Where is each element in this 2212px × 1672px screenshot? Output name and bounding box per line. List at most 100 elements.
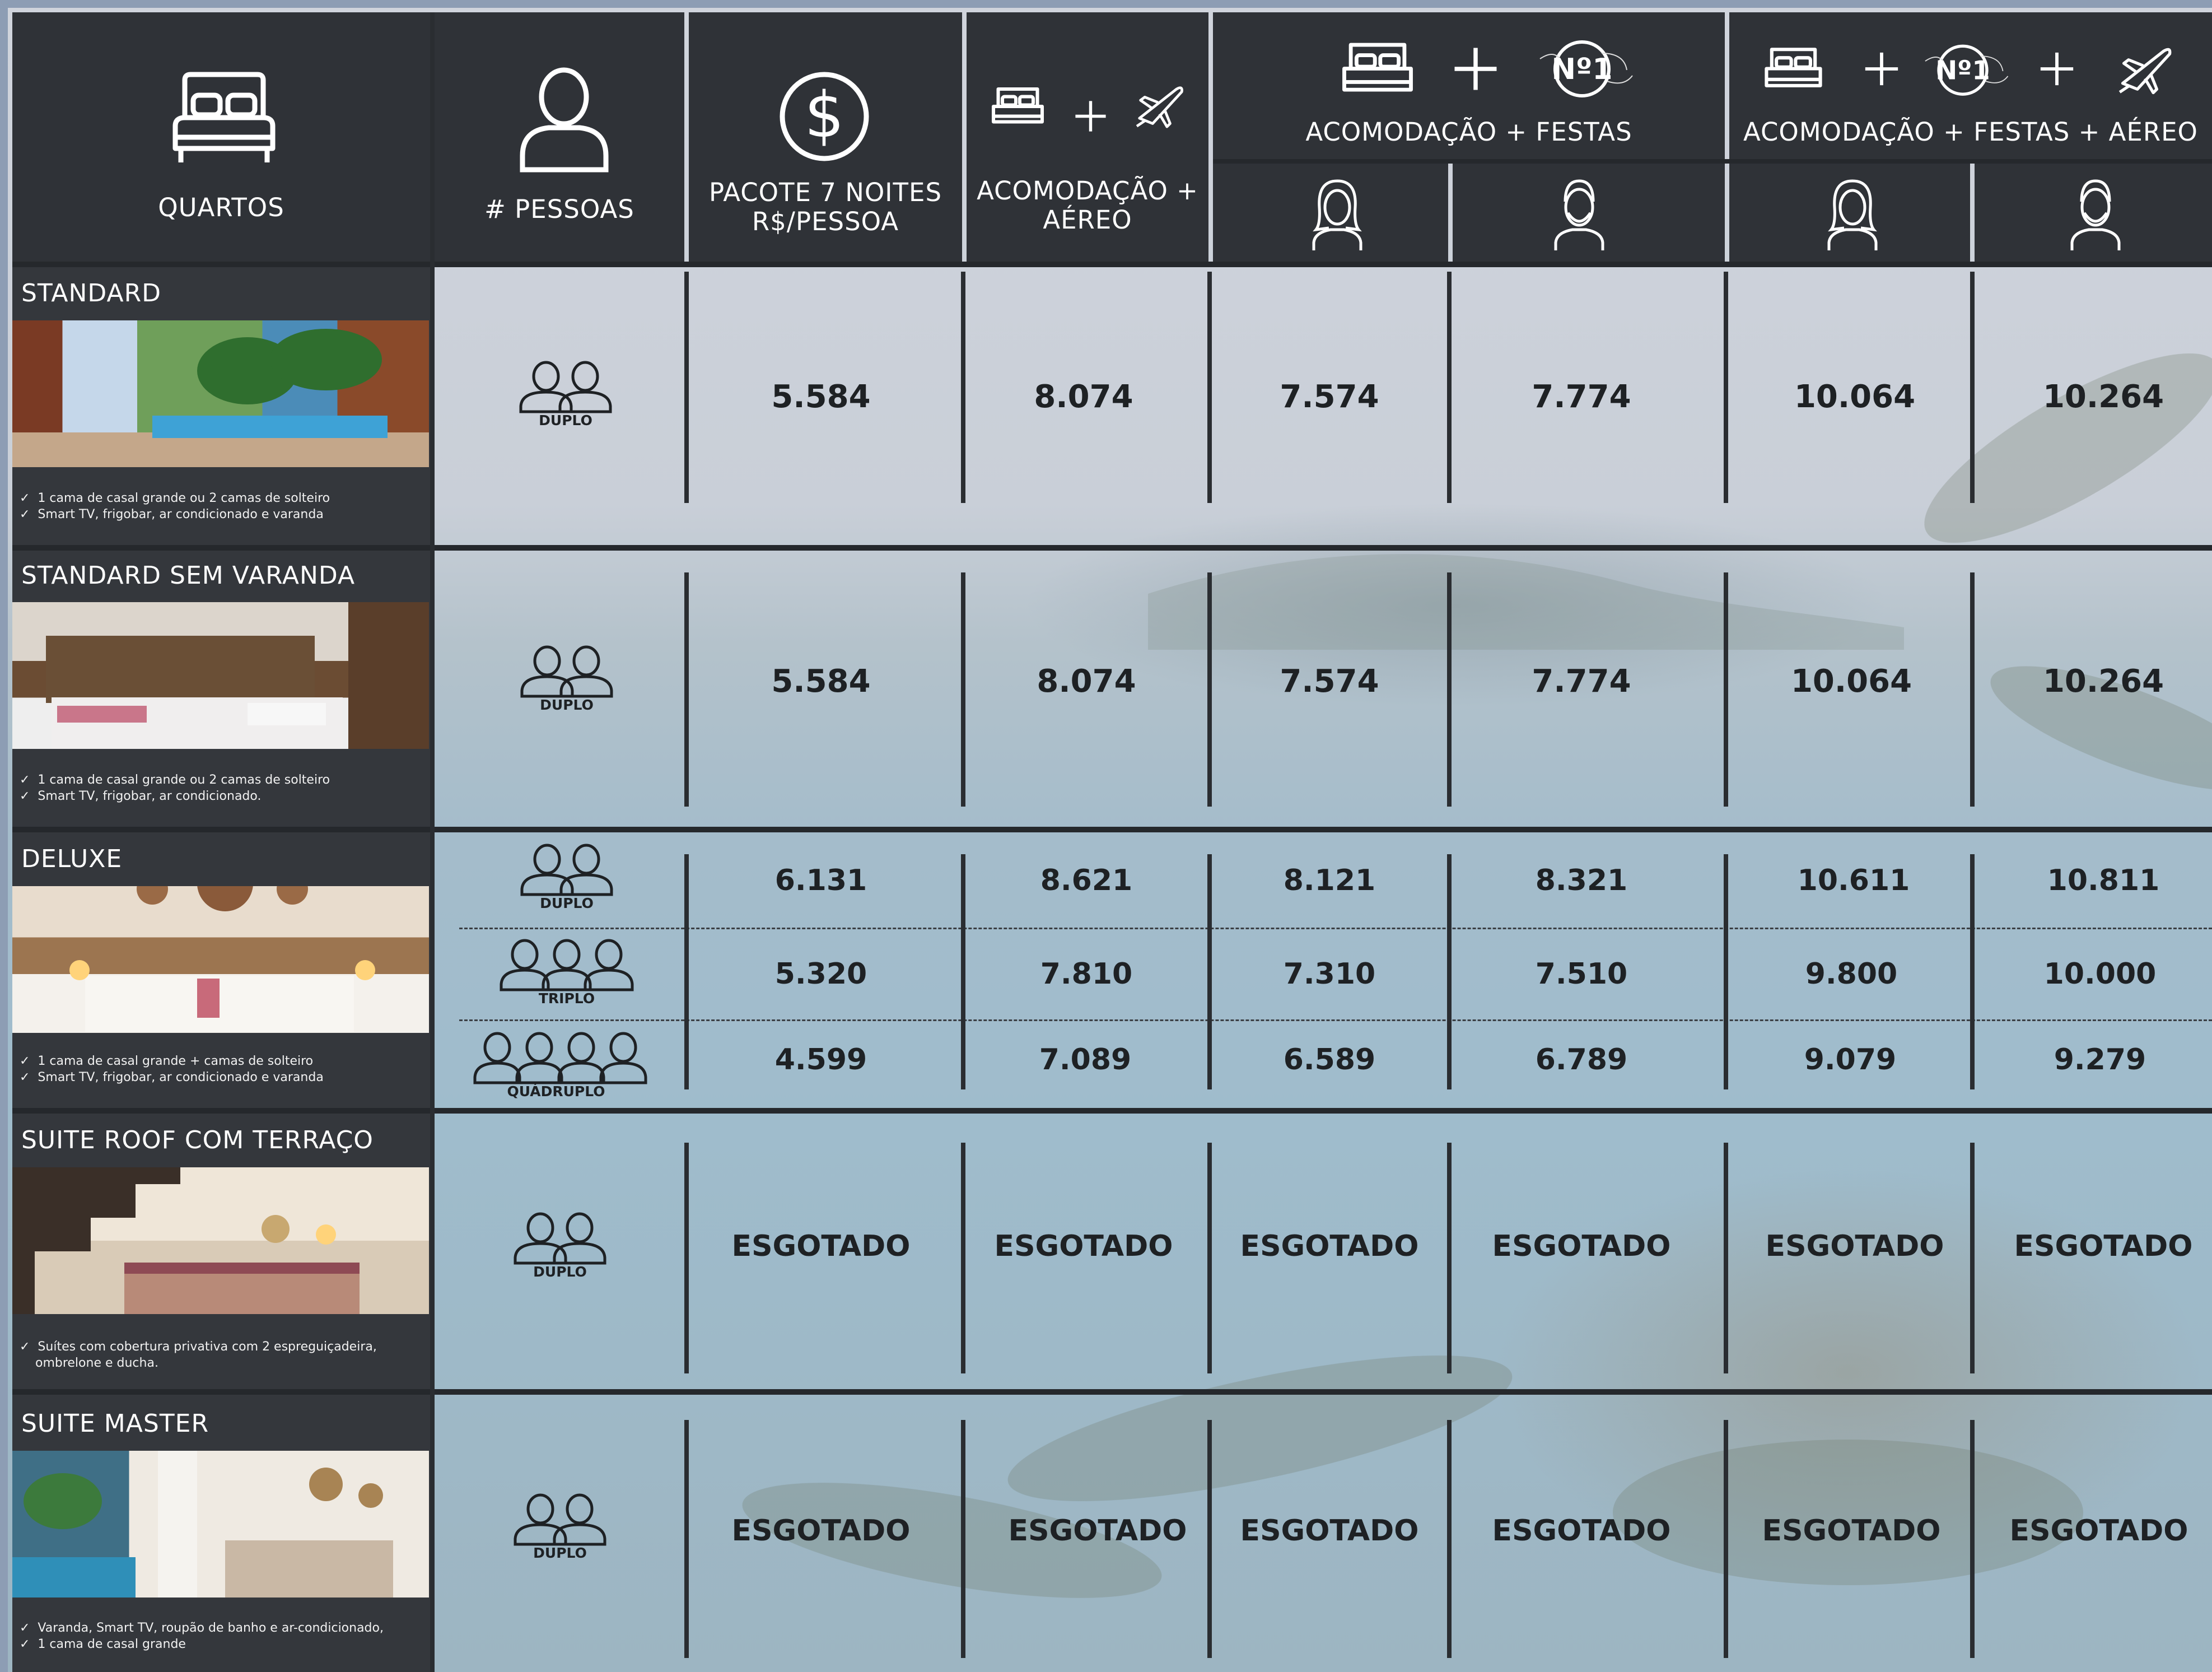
plane-icon — [2118, 48, 2172, 95]
row-divider — [12, 545, 2212, 551]
header-parties-air-label: ACOMODAÇÃO + FESTAS + AÉREO — [1743, 117, 2198, 147]
svg-text:$: $ — [804, 79, 844, 152]
price-cell: 8.074 — [1034, 379, 1133, 415]
room-feature: ✓ Smart TV, frigobar, ar condicionado e … — [20, 1070, 324, 1084]
occupancy-label: DUPLO — [533, 1545, 587, 1561]
bed-icon — [172, 72, 276, 162]
bed-icon — [1342, 43, 1413, 92]
group-icon — [500, 939, 634, 991]
price-cell: 7.574 — [1280, 379, 1379, 415]
room-name: SUITE ROOF COM TERRAÇO — [21, 1126, 374, 1154]
column-divider — [1724, 272, 1728, 503]
group-icon — [520, 844, 613, 896]
room-photo — [12, 1451, 429, 1598]
column-divider — [961, 854, 965, 1089]
price-cell: 10.064 — [1790, 663, 1912, 700]
room-feature: ✓ 1 cama de casal grande ou 2 camas de s… — [20, 773, 330, 787]
room-name: DELUXE — [21, 845, 123, 873]
column-divider — [1447, 1143, 1452, 1373]
price-cell: 7.089 — [1039, 1043, 1132, 1077]
column-divider — [1970, 272, 1975, 503]
column-divider — [961, 272, 965, 503]
group-icon — [520, 645, 613, 698]
price-cell: 8.621 — [1040, 864, 1133, 897]
price-cell: ESGOTADO — [1492, 1514, 1671, 1548]
room-description: ✓ 1 cama de casal grande ou 2 camas de s… — [20, 772, 428, 804]
header-people-label: # PESSOAS — [484, 194, 634, 224]
room-feature: ✓ Varanda, Smart TV, roupão de banho e a… — [20, 1621, 384, 1635]
bed-icon — [1765, 48, 1822, 87]
man-icon — [1554, 179, 1604, 250]
column-divider — [1207, 572, 1212, 807]
plus-icon — [1865, 52, 1898, 86]
plane-icon — [1136, 86, 1183, 128]
price-cell: 5.584 — [771, 379, 871, 415]
price-cell: ESGOTADO — [1008, 1514, 1187, 1548]
price-cell: ESGOTADO — [1240, 1514, 1419, 1548]
occupancy-label: QUÁDRUPLO — [507, 1083, 605, 1100]
price-cell: ESGOTADO — [994, 1229, 1173, 1263]
column-divider — [1970, 1420, 1975, 1658]
price-cell: 10.000 — [2043, 957, 2157, 991]
column-divider — [1970, 572, 1975, 807]
price-cell: 10.264 — [2042, 663, 2164, 700]
price-cell: 7.574 — [1280, 663, 1379, 700]
room-feature: ✓ 1 cama de casal grande — [20, 1637, 186, 1651]
column-divider — [1724, 572, 1728, 807]
room-feature: ✓ 1 cama de casal grande ou 2 camas de s… — [20, 491, 330, 505]
occupancy-duplo: DUPLO — [483, 841, 651, 911]
price-cell: 10.064 — [1794, 379, 1916, 415]
occupancy-duplo: DUPLO — [476, 1491, 644, 1561]
occupancy-label: DUPLO — [539, 412, 592, 429]
price-cell: ESGOTADO — [731, 1514, 911, 1548]
plus-icon — [1454, 48, 1497, 90]
svg-text:Nº1: Nº1 — [1935, 55, 1990, 85]
deluxe-dash-divider — [459, 928, 2212, 929]
svg-text:Nº1: Nº1 — [1551, 53, 1612, 86]
price-cell: ESGOTADO — [1492, 1229, 1671, 1263]
occupancy-triplo: TRIPLO — [483, 937, 651, 1007]
price-cell: 9.079 — [1804, 1043, 1897, 1077]
room-feature: ✓ Smart TV, frigobar, ar condicionado e … — [20, 507, 324, 521]
price-cell: 6.589 — [1283, 1043, 1376, 1077]
woman-icon — [1312, 179, 1362, 250]
column-divider — [961, 1143, 965, 1373]
group-icon — [514, 1493, 606, 1546]
price-cell: ESGOTADO — [1240, 1229, 1419, 1263]
group-icon — [519, 361, 612, 413]
occupancy-label: DUPLO — [540, 697, 594, 713]
room-feature: ✓ Suítes com cobertura privativa com 2 e… — [20, 1340, 377, 1354]
price-cell: 4.599 — [774, 1043, 867, 1077]
price-cell: 7.810 — [1040, 957, 1133, 991]
room-photo — [12, 1167, 429, 1314]
price-cell: 7.774 — [1532, 379, 1631, 415]
group-icon — [473, 1032, 647, 1084]
occupancy-duplo: DUPLO — [482, 358, 650, 429]
column-divider — [684, 854, 689, 1089]
group-icon — [514, 1212, 606, 1265]
occupancy-label: TRIPLO — [538, 990, 595, 1007]
column-divider — [684, 1420, 689, 1658]
no1-logo: Nº1 — [1529, 36, 1635, 104]
column-divider — [1724, 1143, 1728, 1373]
header-rooms-label: QUARTOS — [158, 193, 284, 222]
room-description: ✓ Suítes com cobertura privativa com 2 e… — [20, 1339, 428, 1371]
price-cell: 8.121 — [1283, 864, 1376, 897]
person-icon — [520, 67, 609, 173]
price-cell: 5.320 — [774, 957, 867, 991]
price-cell: 5.584 — [771, 663, 871, 700]
column-divider — [1970, 1143, 1975, 1373]
man-icon — [2070, 179, 2121, 250]
column-divider — [684, 272, 689, 503]
column-divider — [1207, 854, 1212, 1089]
room-photo — [12, 602, 429, 749]
room-photo — [12, 886, 429, 1033]
room-feature: ombrelone e ducha. — [35, 1356, 158, 1370]
woman-icon — [1827, 179, 1878, 250]
no1-logo: Nº1 — [1915, 40, 2010, 102]
price-cell: 7.774 — [1532, 663, 1631, 700]
deluxe-dash-divider — [459, 1019, 2212, 1021]
occupancy-quadruplo: QUÁDRUPLO — [473, 1030, 647, 1100]
price-cell: ESGOTADO — [1762, 1514, 1941, 1548]
price-cell: 7.510 — [1535, 957, 1628, 991]
